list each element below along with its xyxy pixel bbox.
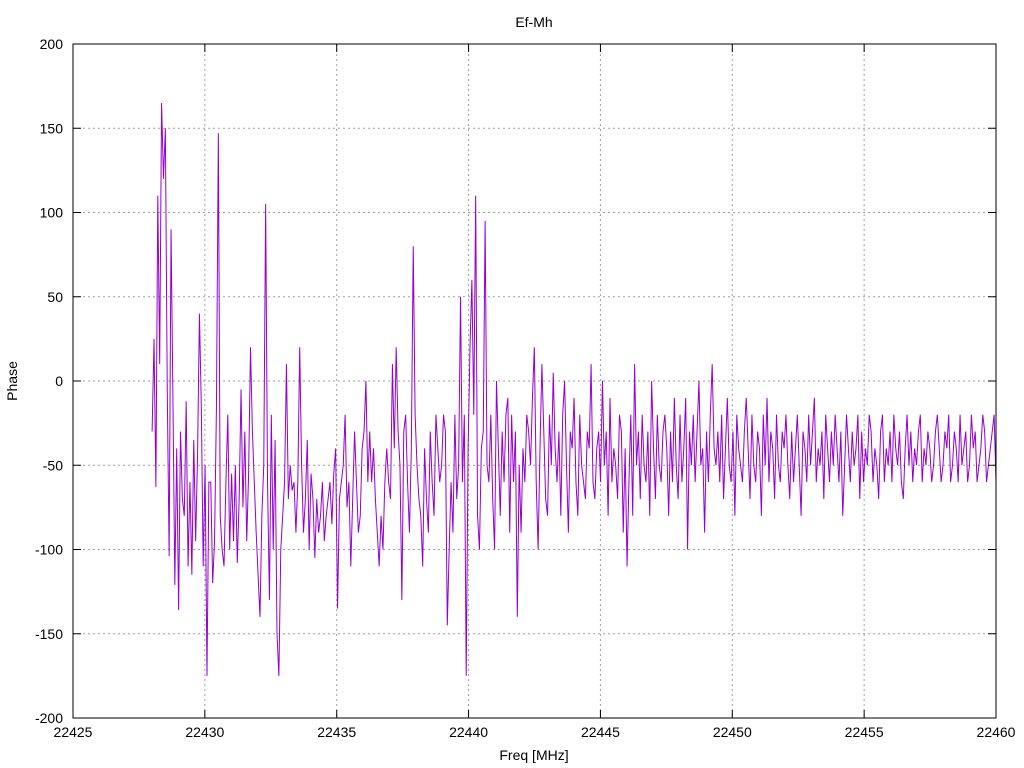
chart-title: Ef-Mh xyxy=(515,14,552,30)
y-tick-label: 150 xyxy=(40,120,64,136)
x-tick-label: 22435 xyxy=(317,724,356,740)
x-tick-label: 22455 xyxy=(845,724,884,740)
y-tick-label: 200 xyxy=(40,36,64,52)
y-tick-label: 0 xyxy=(55,373,63,389)
y-tick-label: 100 xyxy=(40,205,64,221)
y-tick-label: -50 xyxy=(43,457,63,473)
y-tick-label: 50 xyxy=(47,289,63,305)
x-tick-label: 22450 xyxy=(713,724,752,740)
y-tick-label: -150 xyxy=(35,626,63,642)
x-tick-label: 22440 xyxy=(449,724,488,740)
x-tick-label: 22445 xyxy=(581,724,620,740)
line-chart: 22425 22430 22435 22440 22445 22450 22455 22460… xyxy=(0,0,1024,768)
chart-background xyxy=(0,0,1024,768)
x-tick-label: 22460 xyxy=(977,724,1016,740)
y-tick-label: -100 xyxy=(35,542,63,558)
x-tick-label: 22430 xyxy=(185,724,224,740)
x-axis-label: Freq [MHz] xyxy=(499,747,568,763)
y-tick-label: -200 xyxy=(35,710,63,726)
x-tick-label: 22425 xyxy=(54,724,93,740)
y-axis-label: Phase xyxy=(4,361,20,401)
